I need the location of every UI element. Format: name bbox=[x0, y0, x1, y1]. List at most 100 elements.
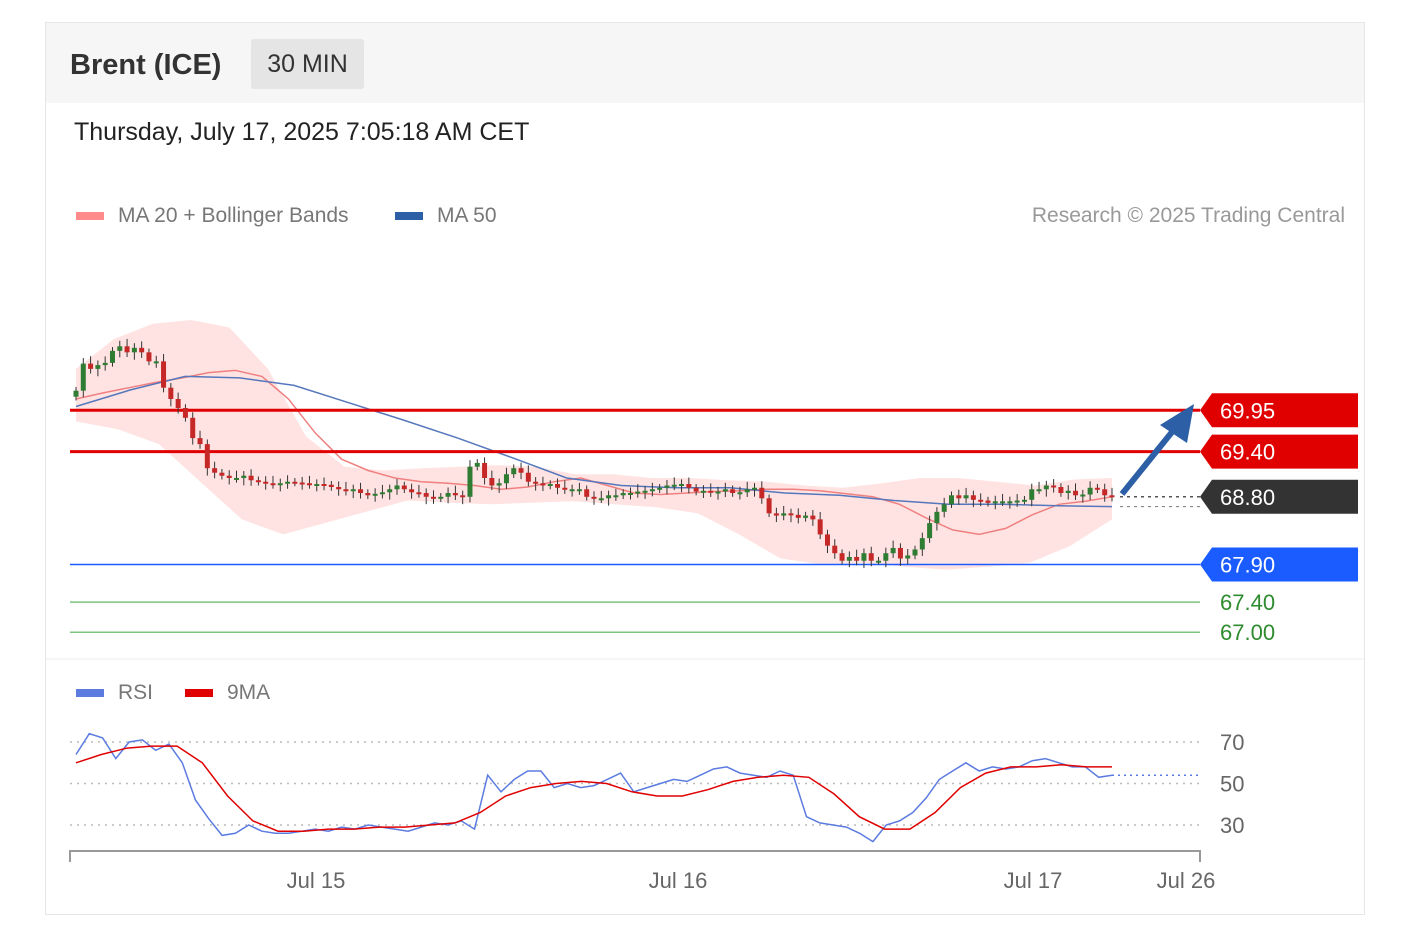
candle-body bbox=[562, 487, 568, 490]
candle-body bbox=[934, 511, 940, 524]
rsi-ma-line bbox=[75, 745, 1112, 832]
price-chart-svg: MA 20 + Bollinger Bands MA 50 Research ©… bbox=[46, 204, 1364, 893]
candle-body bbox=[1007, 501, 1013, 504]
candle-body bbox=[212, 468, 218, 473]
candle-body bbox=[664, 485, 670, 488]
candle-body bbox=[715, 491, 721, 494]
candle-body bbox=[679, 483, 685, 486]
candle-body bbox=[379, 492, 385, 495]
credit-label: Research © 2025 Trading Central bbox=[1032, 204, 1345, 227]
candle-body bbox=[416, 492, 422, 495]
candle-body bbox=[627, 493, 633, 496]
ma20-legend-swatch bbox=[76, 212, 104, 220]
candle-body bbox=[883, 553, 889, 561]
candle-body bbox=[270, 483, 276, 486]
candle-body bbox=[343, 489, 349, 492]
candle-body bbox=[1102, 489, 1108, 496]
candle-body bbox=[190, 417, 196, 439]
candle-body bbox=[744, 489, 750, 493]
candle-body bbox=[919, 538, 925, 550]
candle-body bbox=[401, 485, 407, 490]
candle-body bbox=[759, 487, 765, 499]
candle-body bbox=[773, 513, 779, 516]
candle-body bbox=[197, 438, 203, 445]
candle-body bbox=[467, 466, 473, 497]
candle-body bbox=[693, 487, 699, 492]
candle-body bbox=[824, 534, 830, 546]
candle-body bbox=[686, 483, 692, 488]
candle-body bbox=[591, 496, 597, 499]
candle-body bbox=[737, 492, 743, 495]
candle-body bbox=[1094, 487, 1100, 490]
bollinger-band-area bbox=[76, 320, 1112, 570]
candle-body bbox=[832, 545, 838, 554]
candle-body bbox=[533, 481, 539, 484]
x-tick-label: Jul 26 bbox=[1157, 868, 1216, 893]
candle-body bbox=[722, 489, 728, 492]
candle-body bbox=[970, 495, 976, 500]
candle-body bbox=[182, 408, 188, 418]
candle-body bbox=[511, 468, 517, 475]
support-level-label: 67.90 bbox=[1220, 553, 1275, 578]
candle-body bbox=[518, 468, 524, 473]
candle-body bbox=[1021, 499, 1027, 502]
candle-body bbox=[409, 489, 415, 493]
candle-body bbox=[321, 483, 327, 486]
candle-body bbox=[226, 475, 232, 478]
candle-body bbox=[255, 480, 261, 483]
ma50-legend-label: MA 50 bbox=[437, 204, 497, 227]
candle-body bbox=[1080, 494, 1086, 497]
candle-body bbox=[1036, 489, 1042, 492]
candle-body bbox=[496, 483, 502, 486]
candle-body bbox=[956, 495, 962, 499]
x-tick-label: Jul 16 bbox=[649, 868, 708, 893]
candle-body bbox=[452, 493, 458, 496]
candle-body bbox=[131, 347, 137, 353]
candle-body bbox=[336, 487, 342, 490]
candle-body bbox=[1000, 501, 1006, 504]
candle-body bbox=[598, 498, 604, 501]
candle-body bbox=[328, 484, 334, 488]
candle-body bbox=[292, 481, 298, 484]
candle-body bbox=[139, 347, 145, 353]
x-tick-label: Jul 17 bbox=[1004, 868, 1063, 893]
x-tick-label: Jul 15 bbox=[287, 868, 346, 893]
candle-body bbox=[547, 483, 553, 486]
candle-body bbox=[868, 553, 874, 561]
rsi-legend-swatch bbox=[76, 689, 104, 697]
rsi-ma-legend-swatch bbox=[185, 689, 213, 697]
candle-body bbox=[927, 523, 933, 539]
candle-body bbox=[438, 496, 444, 499]
candle-body bbox=[985, 500, 991, 503]
candle-body bbox=[810, 515, 816, 520]
candle-body bbox=[153, 361, 159, 364]
candle-body bbox=[576, 489, 582, 492]
candle-body bbox=[613, 495, 619, 498]
candle-body bbox=[80, 363, 86, 391]
candle-body bbox=[234, 477, 240, 480]
support-level-label: 67.40 bbox=[1220, 590, 1275, 615]
candle-body bbox=[1051, 485, 1057, 488]
candle-body bbox=[489, 477, 495, 486]
candle-body bbox=[992, 501, 998, 504]
candle-body bbox=[350, 489, 356, 492]
candle-body bbox=[109, 350, 115, 363]
rsi-tick-label: 30 bbox=[1220, 813, 1244, 838]
candle-body bbox=[430, 496, 436, 499]
candle-body bbox=[795, 514, 801, 518]
candle-body bbox=[905, 555, 911, 559]
candle-body bbox=[102, 362, 108, 366]
candle-body bbox=[941, 504, 947, 512]
resistance-level-label: 69.95 bbox=[1220, 398, 1275, 423]
candle-body bbox=[387, 489, 393, 493]
candle-body bbox=[358, 489, 364, 494]
candle-body bbox=[781, 513, 787, 516]
candle-body bbox=[642, 490, 648, 493]
rsi-tick-label: 50 bbox=[1220, 772, 1244, 797]
candle-body bbox=[730, 489, 736, 494]
candle-body bbox=[890, 547, 896, 554]
candle-body bbox=[241, 475, 247, 478]
candle-body bbox=[204, 444, 210, 469]
candle-body bbox=[263, 481, 269, 484]
support-level-label: 67.00 bbox=[1220, 620, 1275, 645]
